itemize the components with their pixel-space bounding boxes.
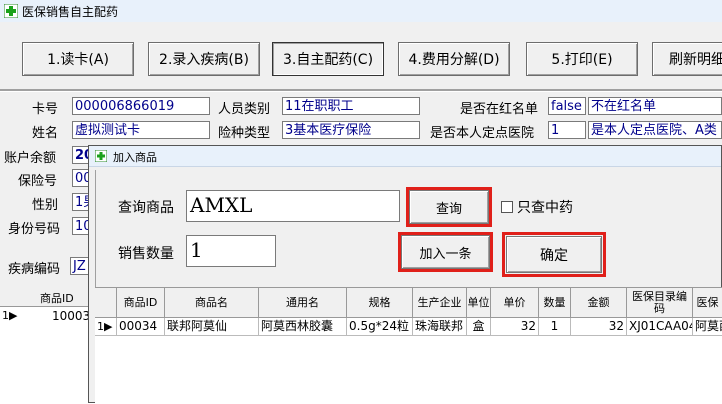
dialog-title: 加入商品 bbox=[113, 151, 157, 164]
disease-code-label: 疾病编码 bbox=[8, 262, 61, 277]
table-row[interactable]: 10003 bbox=[52, 309, 90, 323]
self-dispense-button[interactable]: 3.自主配药(C) bbox=[272, 42, 384, 76]
query-button[interactable]: 查询 bbox=[409, 190, 489, 224]
name-label: 姓名 bbox=[32, 126, 59, 141]
query-input[interactable]: AMXL bbox=[186, 190, 400, 222]
window-titlebar: 医保销售自主配药 bbox=[0, 0, 722, 23]
col-amount[interactable]: 金额 bbox=[571, 288, 627, 318]
redlist-text-field[interactable]: 不在红名单 bbox=[588, 97, 722, 115]
col-insurance-code[interactable]: 医保目录编码 bbox=[627, 288, 693, 318]
cost-breakdown-button[interactable]: 4.费用分解(D) bbox=[398, 42, 510, 76]
redlist-label: 是否在红名单 bbox=[460, 102, 539, 117]
add-one-button[interactable]: 加入一条 bbox=[401, 235, 490, 269]
col-manufacturer[interactable]: 生产企业 bbox=[413, 288, 467, 318]
grid-header-id: 商品ID bbox=[40, 292, 74, 305]
query-label: 查询商品 bbox=[118, 200, 174, 216]
designated-text-field[interactable]: 是本人定点医院、A类 bbox=[588, 121, 722, 139]
id-no-label: 身份号码 bbox=[8, 222, 61, 237]
gender-label: 性别 bbox=[32, 198, 59, 213]
table-row-price[interactable]: 32 bbox=[491, 318, 539, 336]
dialog-titlebar: 加入商品 bbox=[89, 146, 721, 167]
card-no-label: 卡号 bbox=[32, 102, 59, 117]
col-product-name[interactable]: 商品名 bbox=[165, 288, 259, 318]
col-qty[interactable]: 数量 bbox=[539, 288, 571, 318]
window-title: 医保销售自主配药 bbox=[22, 5, 119, 19]
print-button[interactable]: 5.打印(E) bbox=[526, 42, 638, 76]
table-row-spec[interactable]: 0.5g*24粒 bbox=[347, 318, 413, 336]
row-indicator: 1▶ bbox=[2, 309, 18, 322]
row-indicator: 1▶ bbox=[95, 318, 117, 336]
card-no-field[interactable]: 000006866019 bbox=[72, 97, 210, 115]
redlist-code-field[interactable]: false bbox=[548, 97, 586, 115]
quantity-input[interactable]: 1 bbox=[186, 235, 276, 267]
table-row-generic[interactable]: 阿莫西林胶囊 bbox=[259, 318, 347, 336]
col-price[interactable]: 单价 bbox=[491, 288, 539, 318]
only-chinese-medicine-label: 只查中药 bbox=[517, 200, 573, 216]
table-row-code[interactable]: XJ01CAA04 bbox=[627, 318, 693, 336]
table-row-maker[interactable]: 珠海联邦 bbox=[413, 318, 467, 336]
insurance-type-field[interactable]: 3基本医疗保险 bbox=[282, 121, 420, 139]
designated-code-field[interactable]: 1 bbox=[548, 121, 586, 139]
grid-corner bbox=[95, 288, 117, 318]
table-row-id[interactable]: 00034 bbox=[117, 318, 165, 336]
col-generic-name[interactable]: 通用名 bbox=[259, 288, 347, 318]
designated-hospital-label: 是否本人定点医院 bbox=[430, 126, 535, 141]
quantity-label: 销售数量 bbox=[118, 246, 174, 262]
read-card-button[interactable]: 1.读卡(A) bbox=[22, 42, 134, 76]
table-row-qty[interactable]: 1 bbox=[539, 318, 571, 336]
grid-header: 商品ID bbox=[0, 288, 90, 307]
col-unit[interactable]: 单位 bbox=[467, 288, 491, 318]
refresh-details-button[interactable]: 刷新明细 bbox=[652, 42, 722, 76]
confirm-button[interactable]: 确定 bbox=[506, 236, 602, 273]
balance-label: 账户余额 bbox=[4, 151, 57, 166]
name-field[interactable]: 虚拟测试卡 bbox=[72, 121, 210, 139]
main-items-grid: 商品ID 1▶ 10003 bbox=[0, 288, 90, 403]
product-grid: 商品ID 商品名 通用名 规格 生产企业 单位 单价 数量 金额 医保目录编码 … bbox=[95, 287, 722, 404]
col-spec[interactable]: 规格 bbox=[347, 288, 413, 318]
add-product-icon bbox=[95, 150, 107, 162]
disease-code-field[interactable]: JZ bbox=[70, 257, 90, 275]
medical-cross-icon bbox=[4, 4, 18, 18]
table-row-insurance[interactable]: 阿莫西 bbox=[693, 318, 722, 336]
insurance-type-label: 险种类型 bbox=[218, 126, 271, 141]
enter-disease-button[interactable]: 2.录入疾病(B) bbox=[148, 42, 260, 76]
table-row-amount[interactable]: 32 bbox=[571, 318, 627, 336]
add-product-dialog: 加入商品 查询商品 AMXL 查询 只查中药 销售数量 1 加入一条 确定 商品… bbox=[88, 145, 722, 404]
table-row-unit[interactable]: 盒 bbox=[467, 318, 491, 336]
col-insurance-name[interactable]: 医保 bbox=[693, 288, 722, 318]
insure-no-label: 保险号 bbox=[18, 174, 58, 189]
person-type-field[interactable]: 11在职职工 bbox=[282, 97, 420, 115]
table-row-name[interactable]: 联邦阿莫仙 bbox=[165, 318, 259, 336]
only-chinese-medicine-checkbox[interactable] bbox=[501, 201, 513, 213]
col-product-id[interactable]: 商品ID bbox=[117, 288, 165, 318]
person-type-label: 人员类别 bbox=[218, 102, 271, 117]
